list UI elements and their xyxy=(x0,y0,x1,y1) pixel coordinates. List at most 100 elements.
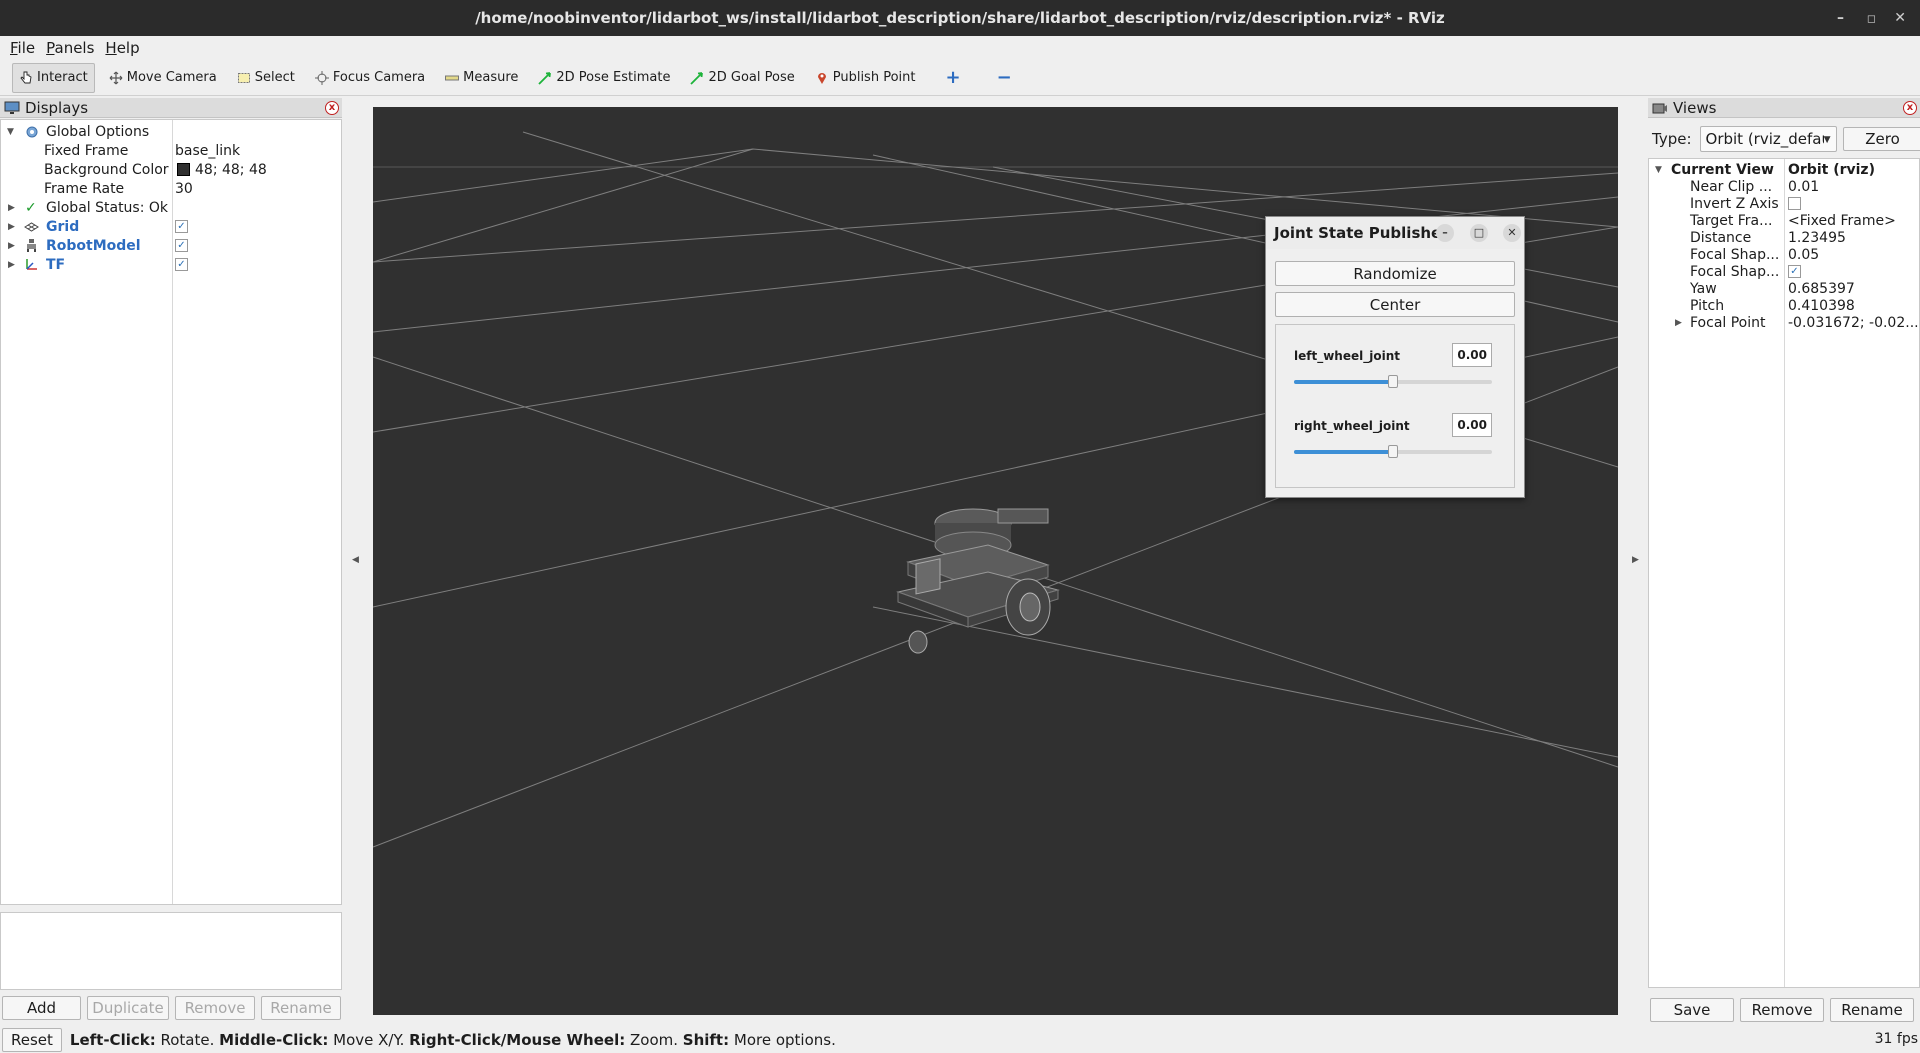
maximize-icon[interactable]: ◻ xyxy=(1867,0,1876,36)
expand-right-icon[interactable]: ▶ xyxy=(8,222,15,232)
window-titlebar: /home/noobinventor/lidarbot_ws/install/l… xyxy=(0,0,1920,36)
add-tool-button[interactable]: + xyxy=(939,63,966,93)
displays-close-icon[interactable]: x xyxy=(325,101,339,115)
remove-view-button[interactable]: Remove xyxy=(1740,998,1824,1022)
tf-checkbox[interactable]: ✓ xyxy=(175,258,188,271)
tree-row-robotmodel[interactable]: ▶ RobotModel ✓ xyxy=(1,236,341,255)
menu-file[interactable]: File xyxy=(10,39,35,57)
hint-shift-action: More options. xyxy=(729,1031,836,1049)
jsp-close-icon[interactable]: ✕ xyxy=(1503,224,1521,242)
gear-icon xyxy=(26,126,38,137)
jsp-titlebar[interactable]: Joint State Publisher – □ ✕ xyxy=(1266,217,1524,249)
reset-button[interactable]: Reset xyxy=(2,1028,62,1052)
remove-tool-button[interactable]: − xyxy=(991,63,1018,93)
views-panel: Views x Type: Orbit (rviz_defau ▼ Zero ▼… xyxy=(1648,98,1920,1025)
expand-right-icon[interactable]: ▶ xyxy=(1675,318,1682,328)
select-rect-icon xyxy=(237,72,250,83)
right-wheel-joint-slider[interactable] xyxy=(1294,445,1492,458)
fixed-frame-value[interactable]: base_link xyxy=(175,143,240,159)
menu-help[interactable]: Help xyxy=(105,39,139,57)
ruler-icon xyxy=(445,75,460,80)
color-swatch[interactable] xyxy=(177,163,190,176)
goal-pose-tool-button[interactable]: 2D Goal Pose xyxy=(684,63,800,93)
expand-right-icon[interactable]: ▶ xyxy=(8,241,15,251)
tree-row-fixed-frame[interactable]: Fixed Frame base_link xyxy=(1,141,341,160)
background-color-value[interactable]: 48; 48; 48 xyxy=(195,162,267,178)
crosshair-icon xyxy=(314,70,329,85)
robot-model[interactable] xyxy=(878,487,1098,657)
joint-state-publisher-window: Joint State Publisher – □ ✕ Randomize Ce… xyxy=(1265,216,1525,498)
tree-row-tf[interactable]: ▶ TF ✓ xyxy=(1,255,341,274)
expand-down-icon[interactable]: ▼ xyxy=(7,127,14,137)
left-wheel-joint-value[interactable]: 0.00 xyxy=(1452,343,1492,367)
expand-right-icon[interactable]: ▶ xyxy=(8,203,15,213)
yaw-value[interactable]: 0.685397 xyxy=(1788,281,1918,297)
status-bar: Reset Left-Click: Rotate. Middle-Click: … xyxy=(0,1027,1920,1053)
distance-label: Distance xyxy=(1690,229,1752,246)
collapse-right-icon[interactable]: ▶ xyxy=(1632,555,1639,565)
tree-row-background-color[interactable]: Background Color 48; 48; 48 xyxy=(1,160,341,179)
views-close-icon[interactable]: x xyxy=(1903,101,1917,115)
right-wheel-joint-value[interactable]: 0.00 xyxy=(1452,413,1492,437)
grid-checkbox[interactable]: ✓ xyxy=(175,220,188,233)
frame-rate-value[interactable]: 30 xyxy=(175,181,193,197)
target-frame-label: Target Fra... xyxy=(1690,212,1773,229)
jsp-maximize-icon[interactable]: □ xyxy=(1470,224,1488,242)
pose-estimate-tool-button[interactable]: 2D Pose Estimate xyxy=(532,63,676,93)
robotmodel-checkbox[interactable]: ✓ xyxy=(175,239,188,252)
target-frame-value[interactable]: <Fixed Frame> xyxy=(1788,213,1918,229)
focal-point-value[interactable]: -0.031672; -0.02... xyxy=(1788,315,1918,331)
focus-camera-tool-button[interactable]: Focus Camera xyxy=(309,63,431,93)
jsp-minimize-icon[interactable]: – xyxy=(1436,224,1454,242)
focus-camera-label: Focus Camera xyxy=(332,70,426,85)
left-wheel-joint-slider[interactable] xyxy=(1294,375,1492,388)
hint-shift: Shift: xyxy=(682,1031,730,1049)
select-tool-button[interactable]: Select xyxy=(231,63,301,93)
save-view-button[interactable]: Save xyxy=(1650,998,1734,1022)
tree-row-global-status[interactable]: ▶ ✓ Global Status: Ok xyxy=(1,198,341,217)
focal-shape-fixed-checkbox[interactable]: ✓ xyxy=(1788,265,1801,278)
close-icon[interactable]: ✕ xyxy=(1894,0,1906,36)
minimize-icon[interactable]: – xyxy=(1837,0,1844,36)
invert-z-checkbox[interactable] xyxy=(1788,197,1801,210)
rename-view-button[interactable]: Rename xyxy=(1830,998,1914,1022)
slider-handle[interactable] xyxy=(1388,375,1398,388)
tree-row-frame-rate[interactable]: Frame Rate 30 xyxy=(1,179,341,198)
zero-button[interactable]: Zero xyxy=(1842,127,1920,151)
tree-row-focal-point[interactable]: ▶ Focal Point -0.031672; -0.02... xyxy=(1649,313,1919,332)
measure-tool-button[interactable]: Measure xyxy=(439,63,524,93)
focal-shape-size-value[interactable]: 0.05 xyxy=(1788,247,1918,263)
add-display-button[interactable]: Add xyxy=(2,996,81,1020)
randomize-button[interactable]: Randomize xyxy=(1275,261,1515,286)
chevron-down-icon: ▼ xyxy=(1823,127,1831,151)
focal-point-label: Focal Point xyxy=(1690,314,1766,331)
move-camera-tool-button[interactable]: Move Camera xyxy=(103,63,223,93)
expand-right-icon[interactable]: ▶ xyxy=(8,260,15,270)
slider-handle[interactable] xyxy=(1388,445,1398,458)
interact-tool-button[interactable]: Interact xyxy=(12,62,95,93)
collapse-left-icon[interactable]: ◀ xyxy=(352,555,359,565)
menu-panels[interactable]: Panels xyxy=(46,39,94,57)
publish-point-tool-button[interactable]: Publish Point xyxy=(809,63,922,93)
near-clip-value[interactable]: 0.01 xyxy=(1788,179,1918,195)
frame-rate-label: Frame Rate xyxy=(44,180,125,197)
rename-display-button[interactable]: Rename xyxy=(261,996,341,1020)
pitch-value[interactable]: 0.410398 xyxy=(1788,298,1918,314)
expand-down-icon[interactable]: ▼ xyxy=(1655,165,1662,175)
move-arrows-icon xyxy=(109,71,123,84)
center-button[interactable]: Center xyxy=(1275,292,1515,317)
tree-row-global-options[interactable]: ▼ Global Options xyxy=(1,122,341,141)
distance-value[interactable]: 1.23495 xyxy=(1788,230,1918,246)
tree-row-grid[interactable]: ▶ Grid ✓ xyxy=(1,217,341,236)
fixed-frame-label: Fixed Frame xyxy=(44,142,129,159)
display-description-box xyxy=(0,912,342,990)
duplicate-display-button[interactable]: Duplicate xyxy=(87,996,169,1020)
hint-left-click-action: Rotate. xyxy=(155,1031,220,1049)
robot-icon xyxy=(27,239,36,252)
remove-display-button[interactable]: Remove xyxy=(175,996,255,1020)
hint-right-click-action: Zoom. xyxy=(625,1031,683,1049)
publish-point-label: Publish Point xyxy=(832,70,916,85)
view-type-select[interactable]: Orbit (rviz_defau ▼ xyxy=(1699,126,1837,152)
views-button-row: Save Remove Rename xyxy=(1650,998,1920,1022)
yaw-label: Yaw xyxy=(1690,280,1717,297)
